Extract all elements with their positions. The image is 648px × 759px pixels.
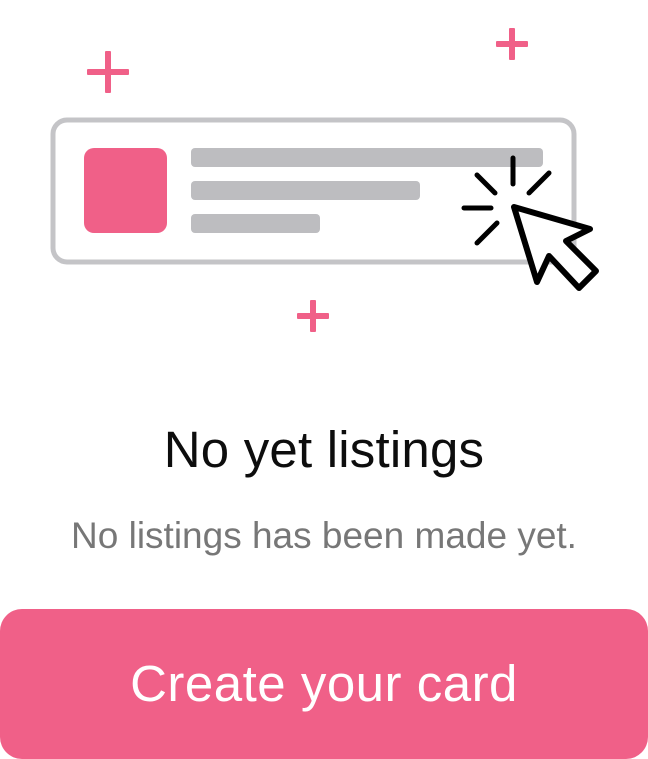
text-line-placeholder — [191, 214, 320, 233]
card-thumbnail — [84, 148, 167, 233]
text-line-placeholder — [191, 181, 420, 200]
empty-state-subtitle: No listings has been made yet. — [71, 515, 577, 556]
create-card-button[interactable]: Create your card — [0, 609, 648, 759]
text-line-placeholder — [191, 148, 543, 167]
empty-state-title: No yet listings — [163, 421, 485, 478]
listing-card-placeholder — [50, 117, 599, 291]
empty-state-illustration — [0, 0, 648, 340]
